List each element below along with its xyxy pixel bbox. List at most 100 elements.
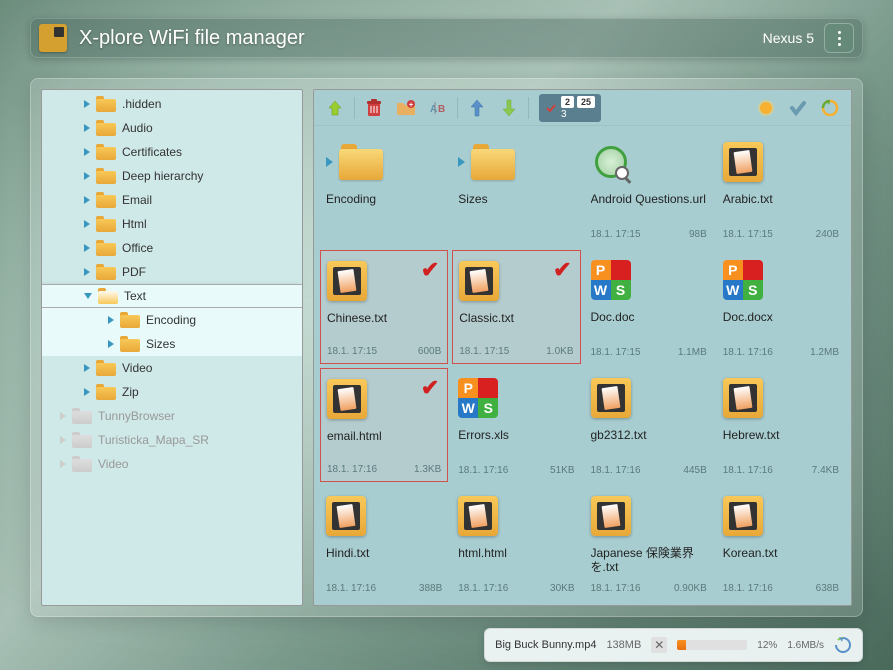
file-size: 30KB [550, 583, 574, 594]
tree-item[interactable]: .hidden [42, 92, 302, 116]
file-name: Hebrew.txt [723, 428, 839, 458]
tree-label: Audio [122, 121, 153, 135]
file-item[interactable]: PWSErrors.xls18.1. 17:1651KB [452, 368, 580, 482]
file-item[interactable]: PWSDoc.doc18.1. 17:151.1MB [585, 250, 713, 364]
file-item[interactable]: ✔Classic.txt18.1. 17:151.0KB [452, 250, 580, 364]
transfer-speed: 1.6MB/s [787, 640, 824, 651]
delete-button[interactable] [361, 95, 387, 121]
expand-icon[interactable] [60, 436, 66, 444]
folder-tree[interactable]: .hidden Audio Certificates Deep hierarchy Em… [41, 89, 303, 606]
expand-icon[interactable] [84, 124, 90, 132]
status-bar: Big Buck Bunny.mp4 138MB ✕ 12% 1.6MB/s [484, 628, 863, 662]
file-meta: 18.1. 17:15240B [723, 229, 839, 240]
tree-label: Email [122, 193, 152, 207]
file-item[interactable]: ✔Chinese.txt18.1. 17:15600B [320, 250, 448, 364]
select-all-button[interactable] [785, 95, 811, 121]
expand-icon[interactable] [326, 157, 333, 167]
tree-item[interactable]: Encoding [42, 308, 302, 332]
file-item[interactable]: gb2312.txt18.1. 17:16445B [585, 368, 713, 482]
expand-icon[interactable] [84, 244, 90, 252]
toolbar: + AB 225 3 [314, 90, 851, 126]
folder-icon [96, 144, 116, 160]
file-date: 18.1. 17:16 [591, 465, 641, 476]
check-icon: ✔ [421, 257, 439, 283]
file-date: 18.1. 17:15 [459, 346, 509, 357]
file-size: 388B [419, 583, 442, 594]
tree-item[interactable]: Office [42, 236, 302, 260]
tree-item[interactable]: Certificates [42, 140, 302, 164]
expand-icon[interactable] [84, 172, 90, 180]
file-date: 18.1. 17:16 [326, 583, 376, 594]
file-name: Encoding [326, 192, 442, 222]
upload-button[interactable] [464, 95, 490, 121]
expand-icon[interactable] [84, 268, 90, 276]
file-date: 18.1. 17:16 [327, 464, 377, 475]
file-size: 51KB [550, 465, 574, 476]
expand-icon[interactable] [108, 340, 114, 348]
tree-label: Deep hierarchy [122, 169, 203, 183]
tree-label: PDF [122, 265, 146, 279]
file-grid[interactable]: Encoding Sizes Android Questions.url18.1. … [314, 126, 851, 605]
download-button[interactable] [496, 95, 522, 121]
file-item[interactable]: Android Questions.url18.1. 17:1598B [585, 132, 713, 246]
file-item[interactable]: Hebrew.txt 18.1. 17:167.4KB [717, 368, 845, 482]
app-title: X-plore WiFi file manager [79, 27, 763, 50]
tree-item[interactable]: Html [42, 212, 302, 236]
file-item[interactable]: Japanese 保険業界を.txt18.1. 17:160.90KB [585, 486, 713, 600]
folder-icon [98, 288, 118, 304]
brightness-button[interactable] [753, 95, 779, 121]
file-size: 240B [816, 229, 839, 240]
expand-icon[interactable] [60, 460, 66, 468]
menu-button[interactable] [824, 23, 854, 53]
file-item[interactable]: Encoding [320, 132, 448, 246]
tree-label: .hidden [122, 97, 161, 111]
file-name: Classic.txt [459, 311, 573, 341]
folder-icon [96, 168, 116, 184]
expand-icon[interactable] [84, 364, 90, 372]
expand-icon[interactable] [84, 196, 90, 204]
up-button[interactable] [322, 95, 348, 121]
file-name: html.html [458, 546, 574, 576]
rename-button[interactable]: AB [425, 95, 451, 121]
file-name: Korean.txt [723, 546, 839, 576]
expand-icon[interactable] [60, 412, 66, 420]
file-item[interactable]: Korean.txt18.1. 17:16638B [717, 486, 845, 600]
tree-item[interactable]: TunnyBrowser [42, 404, 302, 428]
file-date: 18.1. 17:15 [327, 346, 377, 357]
file-name: Sizes [458, 192, 574, 222]
file-item[interactable]: html.html18.1. 17:1630KB [452, 486, 580, 600]
file-size: 7.4KB [812, 465, 839, 476]
file-item[interactable]: Sizes [452, 132, 580, 246]
file-item[interactable]: PWSDoc.docx18.1. 17:161.2MB [717, 250, 845, 364]
transfer-refresh-icon[interactable] [834, 636, 852, 654]
new-folder-button[interactable]: + [393, 95, 419, 121]
tree-item[interactable]: Turisticka_Mapa_SR [42, 428, 302, 452]
tree-label: Zip [122, 385, 139, 399]
tree-item[interactable]: Text [42, 284, 302, 308]
tree-item[interactable]: Email [42, 188, 302, 212]
expand-icon[interactable] [84, 220, 90, 228]
expand-icon[interactable] [84, 293, 92, 299]
expand-icon[interactable] [108, 316, 114, 324]
expand-icon[interactable] [84, 100, 90, 108]
file-meta: 18.1. 17:167.4KB [723, 465, 839, 476]
tree-label: Text [124, 289, 146, 303]
svg-text:B: B [438, 104, 445, 115]
transfer-close-button[interactable]: ✕ [651, 637, 667, 653]
expand-icon[interactable] [84, 148, 90, 156]
file-item[interactable]: Hindi.txt18.1. 17:16388B [320, 486, 448, 600]
tree-item[interactable]: Video [42, 356, 302, 380]
tree-item[interactable]: Audio [42, 116, 302, 140]
expand-icon[interactable] [458, 157, 465, 167]
tree-item[interactable]: Zip [42, 380, 302, 404]
tree-item[interactable]: Deep hierarchy [42, 164, 302, 188]
tree-item[interactable]: PDF [42, 260, 302, 284]
refresh-button[interactable] [817, 95, 843, 121]
transfer-percent: 12% [757, 640, 777, 651]
file-date: 18.1. 17:15 [591, 347, 641, 358]
tree-item[interactable]: Sizes [42, 332, 302, 356]
tree-item[interactable]: Video [42, 452, 302, 476]
expand-icon[interactable] [84, 388, 90, 396]
file-item[interactable]: ✔email.html18.1. 17:161.3KB [320, 368, 448, 482]
file-item[interactable]: Arabic.txt18.1. 17:15240B [717, 132, 845, 246]
